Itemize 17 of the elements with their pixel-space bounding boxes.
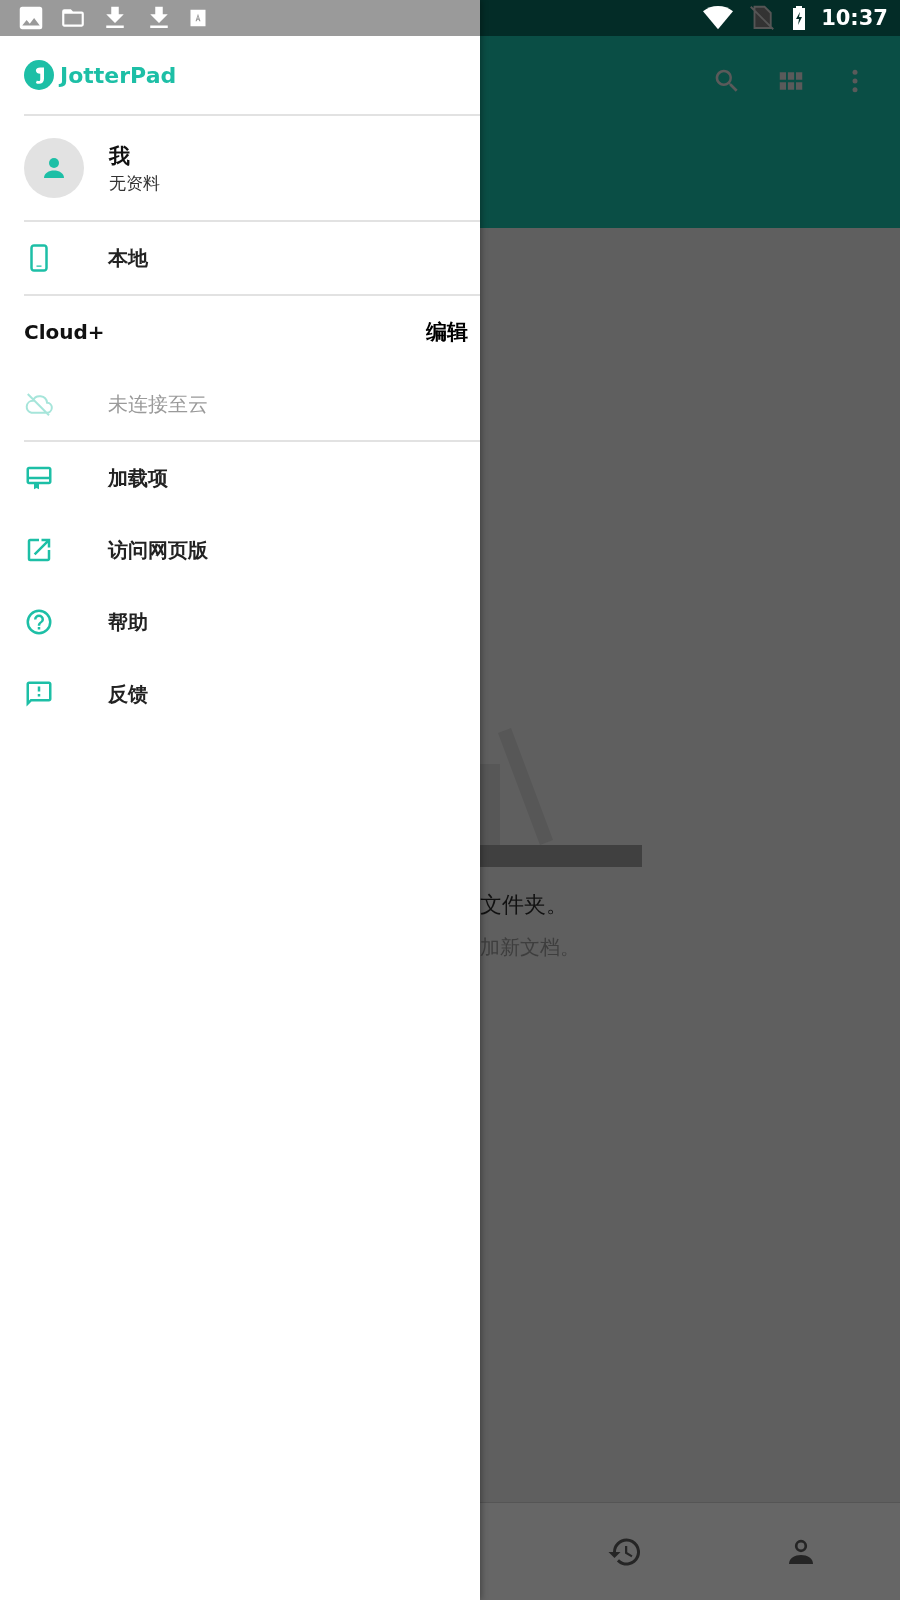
drawer-item[interactable]: 反馈 (0, 658, 480, 730)
logo-icon (24, 60, 54, 90)
empty-title: 文件夹。 (480, 891, 568, 919)
battery-charging-icon (791, 6, 808, 30)
profile-name: 我 (109, 142, 131, 170)
brand-name: JotterPad (60, 62, 177, 88)
avatar[interactable] (24, 138, 84, 198)
profile-subtitle: 无资料 (109, 171, 160, 195)
drawer-item[interactable]: 本地 (0, 222, 480, 294)
clock-time: 10:37 (821, 6, 888, 30)
drawer-item[interactable]: 加载项 (0, 442, 480, 514)
section-header: Cloud+ (24, 320, 105, 344)
help-icon (24, 607, 54, 637)
drawer-item[interactable]: 帮助 (0, 586, 480, 658)
drawer-item[interactable]: 访问网页版 (0, 514, 480, 586)
feedback-icon (24, 679, 54, 709)
edit-button[interactable]: 编辑 (426, 318, 468, 346)
